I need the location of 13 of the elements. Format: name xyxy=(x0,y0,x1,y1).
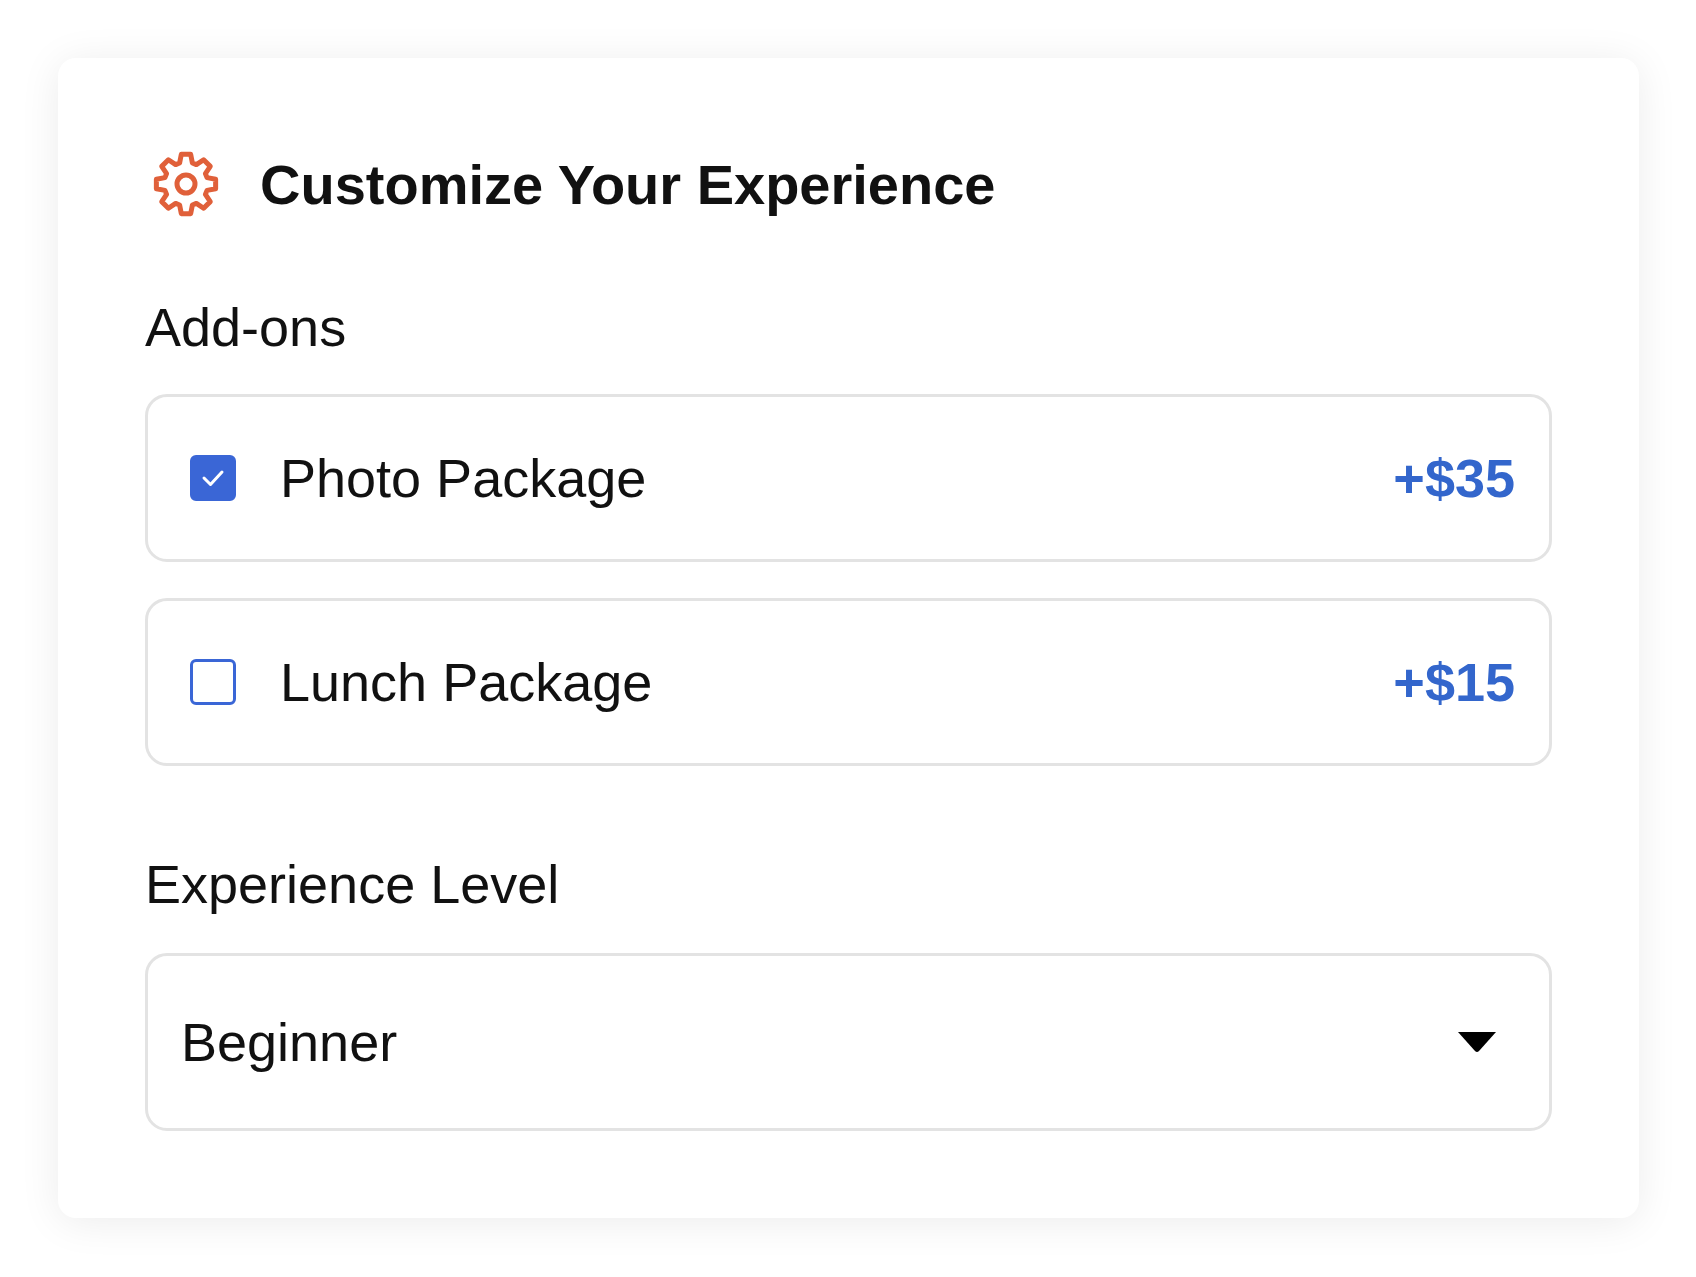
section-label: Add-ons xyxy=(145,296,348,359)
card-title: Customize Your Experience xyxy=(260,151,996,217)
caret-icon xyxy=(1457,1031,1497,1053)
option-price: +$35 xyxy=(1393,447,1515,509)
section-label: Experience Level xyxy=(145,853,561,916)
level-select[interactable]: Beginner xyxy=(145,953,1552,1131)
addon-option[interactable]: Lunch Package +$15 xyxy=(145,598,1552,766)
checkbox[interactable] xyxy=(190,659,236,705)
addon-option[interactable]: Photo Package +$35 xyxy=(145,394,1552,562)
option-name: Photo Package xyxy=(280,447,648,509)
option-name: Lunch Package xyxy=(280,651,654,713)
checkbox[interactable] xyxy=(190,455,236,501)
option-price: +$15 xyxy=(1393,651,1515,713)
